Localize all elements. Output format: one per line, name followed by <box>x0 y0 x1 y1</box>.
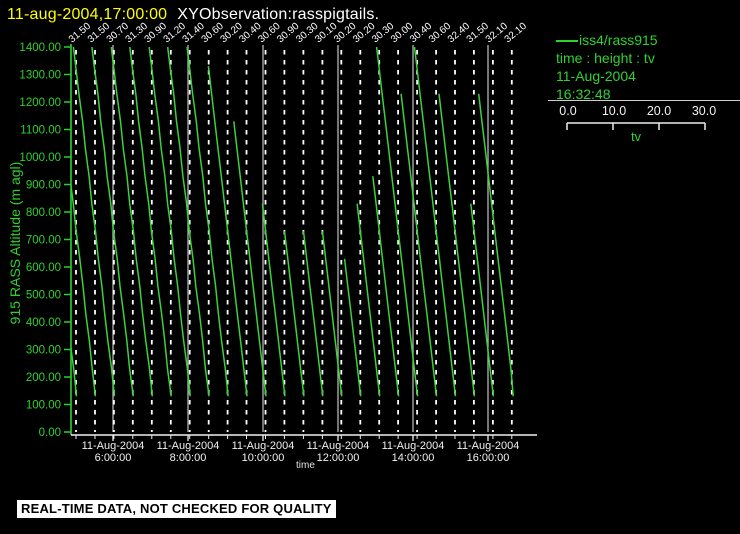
tv-profile-curve <box>208 66 247 396</box>
tv-profile-curve <box>322 231 341 396</box>
x-axis-time-label: 10:00:00 <box>242 452 285 464</box>
legend-series: iss4/rass915 <box>556 31 658 49</box>
x-axis-date-label: 11-Aug-2004 <box>307 440 370 452</box>
legend: iss4/rass915 time : height : tv 11-Aug-2… <box>556 31 658 103</box>
xy-observation-window: 11-aug-2004,17:00:00XYObservation:rasspi… <box>0 0 740 534</box>
x-axis-date-label: 11-Aug-2004 <box>157 440 220 452</box>
x-axis-title: time <box>296 460 315 471</box>
tv-profile-curve <box>439 94 474 397</box>
legend-date: 11-Aug-2004 <box>556 67 658 85</box>
y-tick-label: 900.00 <box>26 180 61 192</box>
series-line-sample <box>556 40 578 42</box>
y-tick-label: 400.00 <box>26 317 61 329</box>
quality-banner: REAL-TIME DATA, NOT CHECKED FOR QUALITY <box>17 500 336 518</box>
tv-profile-curve <box>415 47 456 396</box>
x-axis-date-label: 11-Aug-2004 <box>457 440 520 452</box>
y-tick-label: 700.00 <box>26 235 61 247</box>
profile-tv-label: 32.10 <box>503 21 530 46</box>
tv-profile-curve <box>130 47 171 396</box>
y-tick-label: 1300.00 <box>19 70 61 82</box>
y-axis-title: 915 RASS Altitude (m agl) <box>7 162 23 325</box>
tv-scale-tick-label: 20.0 <box>647 104 671 118</box>
x-axis-date-label: 11-Aug-2004 <box>382 440 445 452</box>
tv-profile-curve <box>234 121 266 396</box>
x-axis-date-label: 11-Aug-2004 <box>82 440 145 452</box>
tv-profile-curve <box>187 47 228 396</box>
x-axis-time-label: 6:00:00 <box>95 452 132 464</box>
tv-profile-curve <box>377 47 418 396</box>
x-axis-time-label: 14:00:00 <box>392 452 435 464</box>
y-tick-label: 1400.00 <box>19 42 61 54</box>
tv-profile-curve <box>149 47 190 396</box>
tv-profile-curve <box>304 231 323 396</box>
tv-scale-tick-label: 0.0 <box>559 104 576 118</box>
y-tick-label: 1100.00 <box>20 125 61 137</box>
y-tick-label: 300.00 <box>26 345 61 357</box>
y-tick-label: 1000.00 <box>19 152 61 164</box>
y-tick-label: 800.00 <box>26 207 61 219</box>
x-axis-time-label: 8:00:00 <box>170 452 207 464</box>
tv-profile-curve <box>401 94 436 397</box>
legend-time: 16:32:48 <box>556 85 658 103</box>
tv-profile-curve <box>111 47 152 396</box>
x-axis-time-label: 16:00:00 <box>467 452 510 464</box>
tv-profile-curve <box>73 47 114 396</box>
y-tick-label: 1200.00 <box>19 97 61 109</box>
y-tick-label: 500.00 <box>26 290 61 302</box>
tv-profile-curve <box>373 176 399 396</box>
y-tick-label: 0.00 <box>39 427 61 439</box>
tv-profile-curve <box>345 259 361 397</box>
legend-fields: time : height : tv <box>556 49 658 67</box>
tv-profile-curve <box>285 231 304 396</box>
legend-series-label: iss4/rass915 <box>579 32 658 48</box>
y-tick-label: 100.00 <box>26 400 61 412</box>
y-tick-label: 600.00 <box>26 262 61 274</box>
x-axis-time-label: 12:00:00 <box>317 452 360 464</box>
tv-scale-label: tv <box>631 129 641 144</box>
tv-scale-tick-label: 10.0 <box>602 104 626 118</box>
tv-profile-curve <box>479 94 514 397</box>
y-tick-label: 200.00 <box>26 372 61 384</box>
tv-scale-tick-label: 30.0 <box>692 104 716 118</box>
x-axis-date-label: 11-Aug-2004 <box>232 440 295 452</box>
